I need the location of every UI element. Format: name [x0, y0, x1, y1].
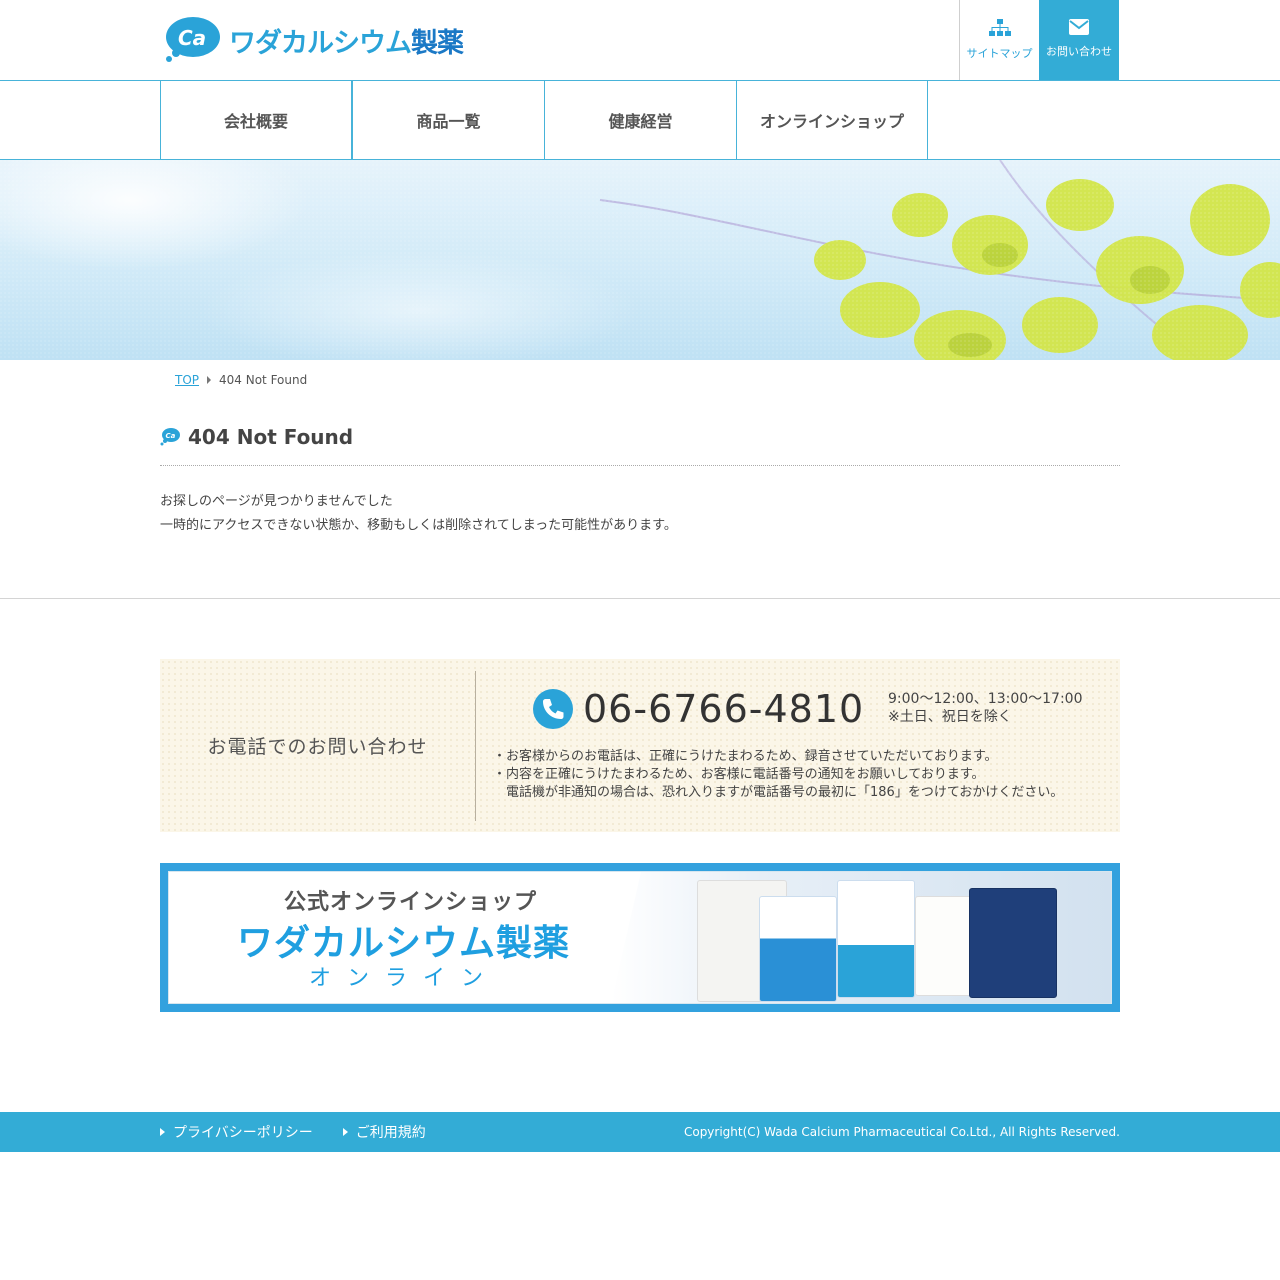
error-message: お探しのページが見つかりませんでした 一時的にアクセスできない状態か、移動もしく…: [160, 490, 677, 538]
phone-contact-box: お電話でのお問い合わせ 06-6766-4810 9:00〜12:00、13:0…: [160, 659, 1120, 832]
mail-icon: [1069, 19, 1089, 35]
terms-link[interactable]: ご利用規約: [342, 1122, 426, 1142]
closed-days: ※土日、祝日を除く: [888, 709, 1012, 725]
privacy-policy-label: プライバシーポリシー: [173, 1125, 313, 1141]
phone-note-1: ・お客様からのお電話は、正確にうけたまわるため、録音させていただいております。: [493, 749, 998, 764]
terms-label: ご利用規約: [355, 1125, 426, 1141]
breadcrumb-current: 404 Not Found: [219, 373, 308, 387]
product-package-image: [759, 896, 837, 1002]
contact-label: お問い合わせ: [1046, 45, 1112, 58]
breadcrumb-arrow-icon: [207, 376, 212, 384]
triangle-right-icon: [160, 1128, 165, 1136]
phone-note-2: ・内容を正確にうけたまわるため、お客様に電話番号の通知をお願いしております。: [493, 767, 985, 782]
svg-text:Ca: Ca: [178, 26, 206, 50]
online-shop-banner[interactable]: 公式オンラインショップ ワダカルシウム製薬 オンライン: [160, 863, 1120, 1012]
logo-kanji: 製薬: [411, 27, 464, 59]
business-hours: 9:00〜12:00、13:00〜17:00: [888, 691, 1083, 707]
phone-divider: [475, 671, 476, 821]
phone-notes: ・お客様からのお電話は、正確にうけたまわるため、録音させていただいております。 …: [493, 748, 1063, 802]
site-logo[interactable]: Ca ワダカルシウム製薬: [163, 14, 464, 66]
sitemap-label: サイトマップ: [966, 47, 1033, 60]
site-header: Ca ワダカルシウム製薬 サイトマップ お問い合わせ: [0, 0, 1280, 80]
privacy-policy-link[interactable]: プライバシーポリシー: [160, 1122, 313, 1142]
nav-item-products[interactable]: 商品一覧: [352, 81, 544, 159]
sitemap-icon: [988, 19, 1011, 36]
breadcrumb-home-link[interactable]: TOP: [175, 373, 199, 387]
phone-hours: 9:00〜12:00、13:00〜17:00 ※土日、祝日を除く: [888, 690, 1082, 726]
triangle-right-icon: [342, 1128, 348, 1136]
logo-text: ワダカルシウム製薬: [229, 21, 464, 60]
phone-heading: お電話でのお問い合わせ: [207, 736, 428, 758]
sitemap-button[interactable]: サイトマップ: [959, 0, 1039, 80]
logo-kana: ワダカルシウム: [229, 27, 412, 59]
nav-item-shop[interactable]: オンラインショップ: [736, 81, 928, 159]
contact-button[interactable]: お問い合わせ: [1039, 0, 1119, 80]
phone-icon: [533, 689, 573, 729]
nav-item-health[interactable]: 健康経営: [544, 81, 736, 159]
svg-text:Ca: Ca: [166, 432, 176, 440]
site-footer: プライバシーポリシー ご利用規約 Copyright(C) Wada Calci…: [0, 1112, 1280, 1152]
error-line-1: お探しのページが見つかりませんでした: [160, 494, 393, 509]
phone-number[interactable]: 06-6766-4810: [583, 687, 864, 731]
banner-sub: オンライン: [309, 966, 500, 991]
ca-logo-icon: Ca: [163, 15, 221, 65]
product-package-image: [837, 880, 915, 998]
product-package-image: [969, 888, 1057, 998]
banner-brand: ワダカルシウム製薬: [237, 923, 571, 964]
page-title: 404 Not Found: [188, 425, 354, 449]
phone-note-3: 電話機が非通知の場合は、恐れ入りますが電話番号の最初に「186」をつけておかけく…: [506, 785, 1064, 800]
breadcrumb: TOP 404 Not Found: [175, 373, 307, 387]
nav-item-company[interactable]: 会社概要: [160, 81, 352, 159]
global-nav: 会社概要 商品一覧 健康経営 オンラインショップ: [0, 80, 1280, 160]
banner-tagline: 公式オンラインショップ: [284, 890, 538, 915]
error-line-2: 一時的にアクセスできない状態か、移動もしくは削除されてしまった可能性があります。: [160, 518, 677, 533]
hero-image: [0, 160, 1280, 360]
section-divider: [0, 598, 1280, 599]
copyright: Copyright(C) Wada Calcium Pharmaceutical…: [683, 1125, 1120, 1139]
ca-bubble-icon: Ca: [160, 428, 180, 446]
page-title-bar: Ca 404 Not Found: [160, 424, 1120, 466]
